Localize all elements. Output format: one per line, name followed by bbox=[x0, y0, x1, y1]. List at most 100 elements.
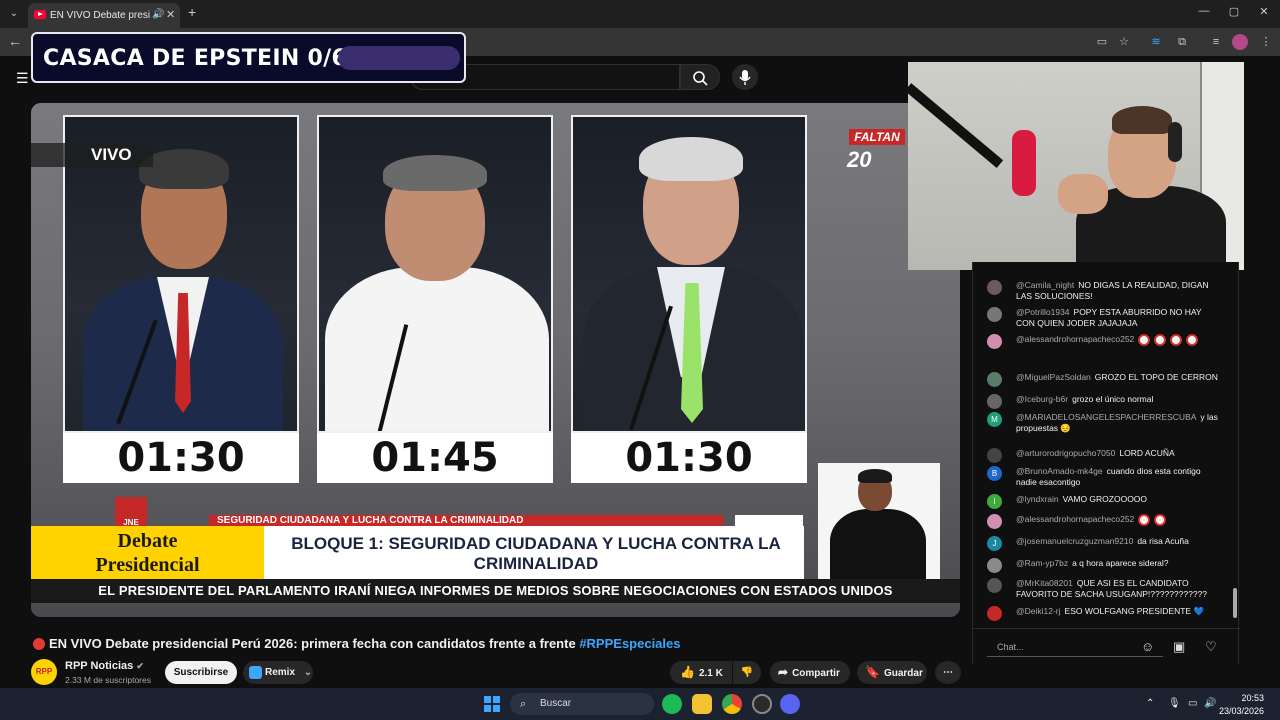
share-button[interactable]: ➦ Compartir bbox=[770, 661, 850, 684]
tray-network-icon[interactable]: ▭ bbox=[1188, 698, 1197, 709]
tray-chevron-up-icon[interactable]: ⌃ bbox=[1146, 698, 1154, 709]
chat-avatar[interactable] bbox=[987, 578, 1002, 593]
profile-avatar[interactable] bbox=[1232, 34, 1248, 50]
hamburger-menu-icon[interactable]: ☰ bbox=[16, 70, 29, 87]
spotify-icon[interactable] bbox=[662, 694, 682, 714]
clown-emoji-icon bbox=[1138, 334, 1151, 346]
headset-icon bbox=[1168, 122, 1182, 162]
tab-search-menu-button[interactable]: ⌄ bbox=[6, 6, 22, 22]
menu-kebab-icon[interactable]: ⋮ bbox=[1258, 34, 1274, 50]
clown-emoji-icon bbox=[1138, 514, 1151, 526]
video-player[interactable]: 01:30 01:45 01:30 VIVO FALTAN 20 JNE SEG… bbox=[31, 103, 960, 617]
chat-avatar[interactable] bbox=[987, 558, 1002, 573]
chat-avatar[interactable] bbox=[987, 394, 1002, 409]
bookmark-star-icon[interactable]: ☆ bbox=[1116, 34, 1132, 50]
news-ticker: EL PRESIDENTE DEL PARLAMENTO IRANÍ NIEGA… bbox=[31, 579, 960, 603]
chat-avatar[interactable]: M bbox=[987, 412, 1002, 427]
voice-search-button[interactable] bbox=[732, 64, 758, 90]
chat-avatar[interactable] bbox=[987, 334, 1002, 349]
extension-icon[interactable]: ≋ bbox=[1148, 34, 1164, 50]
like-button[interactable]: 👍 2.1 K bbox=[670, 661, 732, 684]
chat-username[interactable]: @Camila_night bbox=[1016, 280, 1074, 290]
taskbar-search[interactable]: ⌕ Buscar bbox=[510, 693, 654, 715]
faltan-label: FALTAN bbox=[849, 129, 905, 145]
puzzle-extensions-icon[interactable]: ⧉ bbox=[1174, 34, 1190, 50]
file-explorer-icon[interactable] bbox=[692, 694, 712, 714]
chat-username[interactable]: @Potrillo1934 bbox=[1016, 307, 1070, 317]
hashtag-link[interactable]: #RPPEspeciales bbox=[579, 636, 680, 651]
channel-name-text[interactable]: RPP Noticias bbox=[65, 660, 133, 672]
chat-avatar[interactable] bbox=[987, 307, 1002, 322]
super-chat-icon[interactable]: ▣ bbox=[1173, 639, 1185, 655]
debate-label-line2: Presidencial bbox=[95, 554, 200, 576]
stream-overlay-box: CASACA DE EPSTEIN 0/6 bbox=[31, 32, 466, 83]
maximize-button[interactable]: ▢ bbox=[1224, 5, 1244, 18]
search-icon: ⌕ bbox=[520, 698, 527, 710]
chat-avatar[interactable]: J bbox=[987, 536, 1002, 551]
chat-username[interactable]: @alessandrohornapacheco252 bbox=[1016, 334, 1134, 344]
chat-username[interactable]: @Ram-yp7bz bbox=[1016, 558, 1068, 568]
chat-avatar[interactable] bbox=[987, 514, 1002, 529]
more-actions-button[interactable]: ⋯ bbox=[935, 661, 961, 684]
chat-input-row: Chat... ☺ ▣ ♡ bbox=[973, 628, 1240, 664]
clock-date[interactable]: 23/03/2026 bbox=[1214, 706, 1264, 716]
live-chat-panel: @Camila_night NO DIGAS LA REALIDAD, DIGAN… bbox=[972, 262, 1240, 664]
chat-username[interactable]: @Deiki12-rj bbox=[1016, 606, 1061, 616]
channel-name[interactable]: RPP Noticias ✔ bbox=[65, 660, 144, 672]
minimize-button[interactable]: — bbox=[1194, 5, 1214, 17]
chat-username[interactable]: @alessandrohornapacheco252 bbox=[1016, 514, 1134, 524]
chat-avatar[interactable] bbox=[987, 606, 1002, 621]
chat-username[interactable]: @josemanuelcruzguzman9210 bbox=[1016, 536, 1133, 546]
chat-text: VAMO GROZOOOOO bbox=[1062, 494, 1148, 504]
bloque-title: BLOQUE 1: SEGURIDAD CIUDADANA Y LUCHA CO… bbox=[291, 534, 781, 573]
discord-icon[interactable] bbox=[780, 694, 800, 714]
cast-icon[interactable]: ▭ bbox=[1094, 34, 1110, 50]
tab-close-icon[interactable]: ✕ bbox=[166, 8, 175, 21]
chat-text: da risa Acuña bbox=[1137, 536, 1189, 546]
faltan-value: 20 bbox=[847, 147, 872, 172]
chat-username[interactable]: @lyndxrain bbox=[1016, 494, 1059, 504]
speaker-icon[interactable]: 🔊 bbox=[152, 9, 164, 20]
channel-avatar[interactable]: RPP bbox=[31, 659, 57, 685]
chat-username[interactable]: @BrunoAmado-mk4ge bbox=[1016, 466, 1103, 476]
emoji-icon[interactable]: ☺ bbox=[1141, 639, 1154, 654]
browser-tab-active[interactable]: EN VIVO Debate preside 🔊 ✕ bbox=[28, 3, 180, 28]
dislike-button[interactable]: 👎 bbox=[733, 661, 761, 684]
candidate-image-2 bbox=[317, 115, 553, 433]
debate-label-line1: Debate bbox=[117, 530, 178, 552]
microphone-icon bbox=[739, 70, 751, 85]
close-window-button[interactable]: ✕ bbox=[1254, 5, 1274, 18]
share-icon: ➦ bbox=[778, 665, 789, 679]
subscribe-button[interactable]: Suscribirse bbox=[165, 661, 237, 684]
heart-icon[interactable]: ♡ bbox=[1205, 639, 1217, 655]
tray-mic-icon[interactable]: 🎙 bbox=[1168, 698, 1181, 709]
obs-icon[interactable] bbox=[752, 694, 772, 714]
remix-label: Remix bbox=[265, 667, 296, 678]
chat-text: GROZO EL TOPO DE CERRON bbox=[1094, 372, 1218, 382]
chat-username[interactable]: @Iceburg-b6r bbox=[1016, 394, 1068, 404]
chat-avatar[interactable] bbox=[987, 448, 1002, 463]
tab-title: EN VIVO Debate preside bbox=[50, 10, 150, 21]
share-label: Compartir bbox=[792, 668, 840, 679]
chat-scrollbar[interactable] bbox=[1233, 588, 1237, 618]
new-tab-button[interactable]: + bbox=[188, 4, 196, 20]
windows-start-icon[interactable] bbox=[484, 696, 500, 712]
save-button[interactable]: 🔖 Guardar bbox=[857, 661, 927, 684]
chrome-icon[interactable] bbox=[722, 694, 742, 714]
search-button[interactable] bbox=[680, 64, 720, 90]
chat-avatar[interactable]: l bbox=[987, 494, 1002, 509]
chat-avatar[interactable]: B bbox=[987, 466, 1002, 481]
media-control-icon[interactable]: ≡ bbox=[1208, 34, 1224, 50]
back-button[interactable]: ← bbox=[8, 33, 22, 49]
chat-avatar[interactable] bbox=[987, 372, 1002, 387]
like-count: 2.1 K bbox=[698, 668, 723, 679]
chat-username[interactable]: @MARIADELOSANGELESPACHERRESCUBA bbox=[1016, 412, 1196, 422]
candidate-panel-1: 01:30 bbox=[63, 115, 299, 483]
chat-input[interactable]: Chat... bbox=[987, 637, 1163, 657]
chat-username[interactable]: @MrKita08201 bbox=[1016, 578, 1073, 588]
chat-username[interactable]: @arturorodrigopucho7050 bbox=[1016, 448, 1115, 458]
remix-button[interactable]: Remix ⌄ bbox=[243, 661, 313, 684]
clock-time[interactable]: 20:53 bbox=[1220, 693, 1264, 703]
chat-avatar[interactable] bbox=[987, 280, 1002, 295]
chat-username[interactable]: @MiguelPazSoldan bbox=[1016, 372, 1091, 382]
